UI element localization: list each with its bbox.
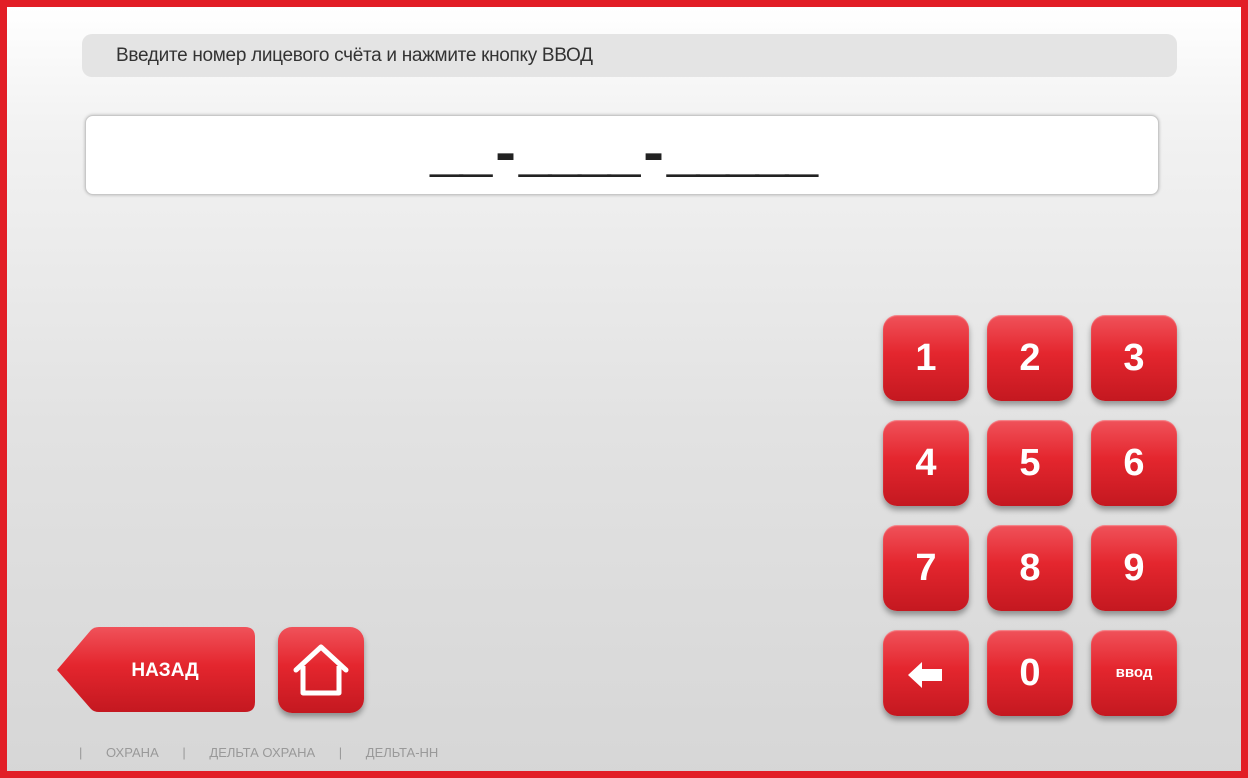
footer-links: | ОХРАНА | ДЕЛЬТА ОХРАНА | ДЕЛЬТА-НН xyxy=(79,745,438,760)
back-button-label: НАЗАД xyxy=(131,660,199,681)
keypad-key-2[interactable]: 2 xyxy=(987,315,1073,401)
instruction-banner: Введите номер лицевого счёта и нажмите к… xyxy=(82,34,1177,77)
account-number-mask: __-____-_____ xyxy=(429,124,819,188)
keypad-key-3[interactable]: 3 xyxy=(1091,315,1177,401)
left-arrow-icon xyxy=(908,661,942,688)
keypad-key-5[interactable]: 5 xyxy=(987,420,1073,506)
footer-separator: | xyxy=(338,745,343,760)
home-icon xyxy=(293,644,349,696)
footer-link-delta-nn[interactable]: ДЕЛЬТА-НН xyxy=(366,745,439,760)
account-number-field[interactable]: __-____-_____ xyxy=(85,115,1159,195)
instruction-text: Введите номер лицевого счёта и нажмите к… xyxy=(116,45,593,66)
keypad-key-0[interactable]: 0 xyxy=(987,630,1073,716)
footer-link-ohrana[interactable]: ОХРАНА xyxy=(106,745,159,760)
footer-separator: | xyxy=(79,745,83,760)
footer-link-delta-ohrana[interactable]: ДЕЛЬТА ОХРАНА xyxy=(209,745,315,760)
keypad-key-1[interactable]: 1 xyxy=(883,315,969,401)
enter-button[interactable]: ввод xyxy=(1091,630,1177,716)
keypad-key-6[interactable]: 6 xyxy=(1091,420,1177,506)
backspace-button[interactable] xyxy=(883,630,969,716)
keypad-key-7[interactable]: 7 xyxy=(883,525,969,611)
back-button[interactable]: НАЗАД xyxy=(57,626,257,715)
keypad-key-4[interactable]: 4 xyxy=(883,420,969,506)
keypad-key-9[interactable]: 9 xyxy=(1091,525,1177,611)
keypad-key-8[interactable]: 8 xyxy=(987,525,1073,611)
footer-separator: | xyxy=(182,745,186,760)
kiosk-frame: Введите номер лицевого счёта и нажмите к… xyxy=(0,0,1248,778)
home-button[interactable] xyxy=(278,627,364,713)
